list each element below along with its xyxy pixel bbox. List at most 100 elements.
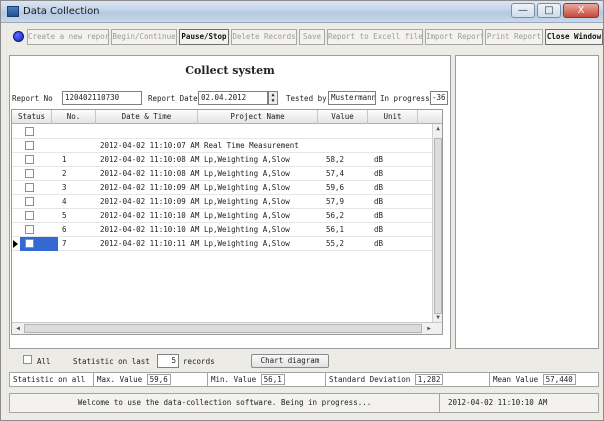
cell-datetime: 2012-04-02 11:10:09 AM bbox=[100, 197, 200, 206]
row-status-checkbox[interactable] bbox=[25, 127, 34, 136]
tested-by-field[interactable]: Mustermann bbox=[328, 91, 376, 105]
create-report-button[interactable]: Create a new report bbox=[27, 29, 109, 45]
collect-panel: Collect system Report No 120402110730 Re… bbox=[9, 55, 451, 349]
scroll-down-icon[interactable]: ▼ bbox=[433, 314, 442, 321]
report-date-spinner[interactable]: ▲ ▼ bbox=[268, 91, 278, 105]
close-window-toolbar-button[interactable]: Close Window bbox=[545, 29, 603, 45]
cell-datetime: 2012-04-02 11:10:07 AM bbox=[100, 141, 200, 150]
pause-stop-button[interactable]: Pause/Stop bbox=[179, 29, 229, 45]
scroll-up-icon[interactable]: ▲ bbox=[433, 125, 442, 132]
cell-value: 56,2 bbox=[326, 211, 345, 220]
records-count-field[interactable]: 5 bbox=[157, 354, 179, 368]
statistic-values-bar: Statistic on all Max. Value 59,6 Min. Va… bbox=[9, 372, 599, 387]
std-deviation-label: Standard Deviation bbox=[329, 375, 411, 384]
cell-no: 1 bbox=[62, 155, 67, 164]
cell-project: Lp,Weighting A,Slow bbox=[204, 197, 290, 206]
delete-records-button[interactable]: Delete Records bbox=[231, 29, 297, 45]
data-collection-window: Data Collection — □ X Create a new repor… bbox=[0, 0, 604, 421]
row-status-checkbox[interactable] bbox=[25, 211, 34, 220]
table-row[interactable]: 1 2012-04-02 11:10:08 AM Lp,Weighting A,Sl… bbox=[12, 153, 442, 167]
cell-value: 58,2 bbox=[326, 155, 345, 164]
cell-no: 5 bbox=[62, 211, 67, 220]
print-report-button[interactable]: Print Report bbox=[485, 29, 543, 45]
row-status-checkbox[interactable] bbox=[25, 239, 34, 248]
cell-value: 56,1 bbox=[326, 225, 345, 234]
statistic-on-all-label: Statistic on all bbox=[10, 373, 94, 386]
cell-no: 2 bbox=[62, 169, 67, 178]
row-status-checkbox[interactable] bbox=[25, 197, 34, 206]
all-checkbox[interactable] bbox=[23, 355, 32, 364]
cell-unit: dB bbox=[374, 155, 384, 164]
cell-unit bbox=[374, 125, 414, 139]
table-row[interactable]: 2012-04-02 11:10:07 AM Real Time Measurem… bbox=[12, 139, 442, 153]
table-row[interactable]: 3 2012-04-02 11:10:09 AM Lp,Weighting A,Sl… bbox=[12, 181, 442, 195]
cell-no bbox=[62, 139, 92, 153]
cell-datetime: 2012-04-02 11:10:09 AM bbox=[100, 183, 200, 192]
cell-datetime: 2012-04-02 11:10:08 AM bbox=[100, 155, 200, 164]
column-header-project[interactable]: Project Name bbox=[198, 110, 318, 124]
mean-value: 57,440 bbox=[542, 374, 576, 385]
in-progress-field[interactable]: -36 bbox=[430, 91, 448, 105]
save-button[interactable]: Save bbox=[299, 29, 325, 45]
status-bar: Welcome to use the data-collection softw… bbox=[9, 393, 599, 413]
cell-project: Lp,Weighting A,Slow bbox=[204, 169, 290, 178]
cell-no: 6 bbox=[62, 225, 67, 234]
records-table: Status No. Date & Time Project Name Valu… bbox=[11, 109, 443, 335]
tested-by-label: Tested by bbox=[286, 94, 327, 103]
column-header-datetime[interactable]: Date & Time bbox=[96, 110, 198, 124]
minimize-button[interactable]: — bbox=[511, 3, 535, 18]
cell-no: 7 bbox=[62, 239, 67, 248]
cell-project: Lp,Weighting A,Slow bbox=[204, 155, 290, 164]
statistic-controls: All Statistic on last 5 records Chart di… bbox=[9, 353, 599, 369]
cell-value: 59,6 bbox=[326, 183, 345, 192]
table-row[interactable]: 2 2012-04-02 11:10:08 AM Lp,Weighting A,Sl… bbox=[12, 167, 442, 181]
all-label: All bbox=[37, 357, 51, 366]
cell-value bbox=[326, 139, 366, 153]
std-deviation-value: 1,282 bbox=[414, 374, 444, 385]
table-row[interactable] bbox=[12, 125, 442, 139]
vertical-scrollbar[interactable]: ▲ ▼ bbox=[432, 124, 442, 322]
cell-value: 57,4 bbox=[326, 169, 345, 178]
scroll-left-icon[interactable]: ◀ bbox=[13, 325, 23, 332]
horizontal-scroll-thumb[interactable] bbox=[24, 324, 422, 333]
column-header-unit[interactable]: Unit bbox=[368, 110, 418, 124]
begin-continue-button[interactable]: Begin/Continue bbox=[111, 29, 177, 45]
table-row[interactable]: 6 2012-04-02 11:10:10 AM Lp,Weighting A,Sl… bbox=[12, 223, 442, 237]
horizontal-scrollbar[interactable]: ◀ ▶ bbox=[12, 322, 442, 334]
cell-datetime: 2012-04-02 11:10:10 AM bbox=[100, 211, 200, 220]
cell-unit: dB bbox=[374, 225, 384, 234]
scroll-right-icon[interactable]: ▶ bbox=[424, 325, 434, 332]
app-icon bbox=[7, 6, 19, 17]
report-no-field[interactable]: 120402110730 bbox=[62, 91, 142, 105]
cell-project: Real Time Measurement bbox=[204, 141, 299, 150]
maximize-button[interactable]: □ bbox=[537, 3, 561, 18]
column-header-no[interactable]: No. bbox=[52, 110, 96, 124]
table-row[interactable]: 5 2012-04-02 11:10:10 AM Lp,Weighting A,Sl… bbox=[12, 209, 442, 223]
chart-diagram-button[interactable]: Chart diagram bbox=[251, 354, 329, 368]
close-window-button[interactable]: X bbox=[563, 3, 599, 18]
status-timestamp: 2012-04-02 11:10:10 AM bbox=[448, 398, 548, 407]
cell-unit: dB bbox=[374, 211, 384, 220]
report-to-excel-button[interactable]: Report to Excell file bbox=[327, 29, 423, 45]
cell-no: 3 bbox=[62, 183, 67, 192]
min-value-box: Min. Value 56,1 bbox=[208, 373, 326, 386]
std-deviation-box: Standard Deviation 1,282 bbox=[326, 373, 490, 386]
row-status-checkbox[interactable] bbox=[25, 155, 34, 164]
max-value-label: Max. Value bbox=[97, 375, 143, 384]
row-status-checkbox[interactable] bbox=[25, 169, 34, 178]
report-date-label: Report Date bbox=[148, 94, 198, 103]
recording-indicator-icon bbox=[13, 31, 24, 42]
import-report-button[interactable]: Import Report bbox=[425, 29, 483, 45]
row-status-checkbox[interactable] bbox=[25, 225, 34, 234]
report-date-field[interactable]: 02.04.2012 bbox=[198, 91, 268, 105]
cell-no bbox=[62, 125, 92, 139]
row-status-checkbox[interactable] bbox=[25, 141, 34, 150]
max-value: 59,6 bbox=[146, 374, 171, 385]
column-header-status[interactable]: Status bbox=[12, 110, 52, 124]
table-header: Status No. Date & Time Project Name Valu… bbox=[12, 110, 442, 124]
table-row[interactable]: 4 2012-04-02 11:10:09 AM Lp,Weighting A,Sl… bbox=[12, 195, 442, 209]
table-row[interactable]: 7 2012-04-02 11:10:11 AM Lp,Weighting A,Sl… bbox=[12, 237, 442, 251]
vertical-scroll-thumb[interactable] bbox=[434, 138, 442, 314]
column-header-value[interactable]: Value bbox=[318, 110, 368, 124]
row-status-checkbox[interactable] bbox=[25, 183, 34, 192]
